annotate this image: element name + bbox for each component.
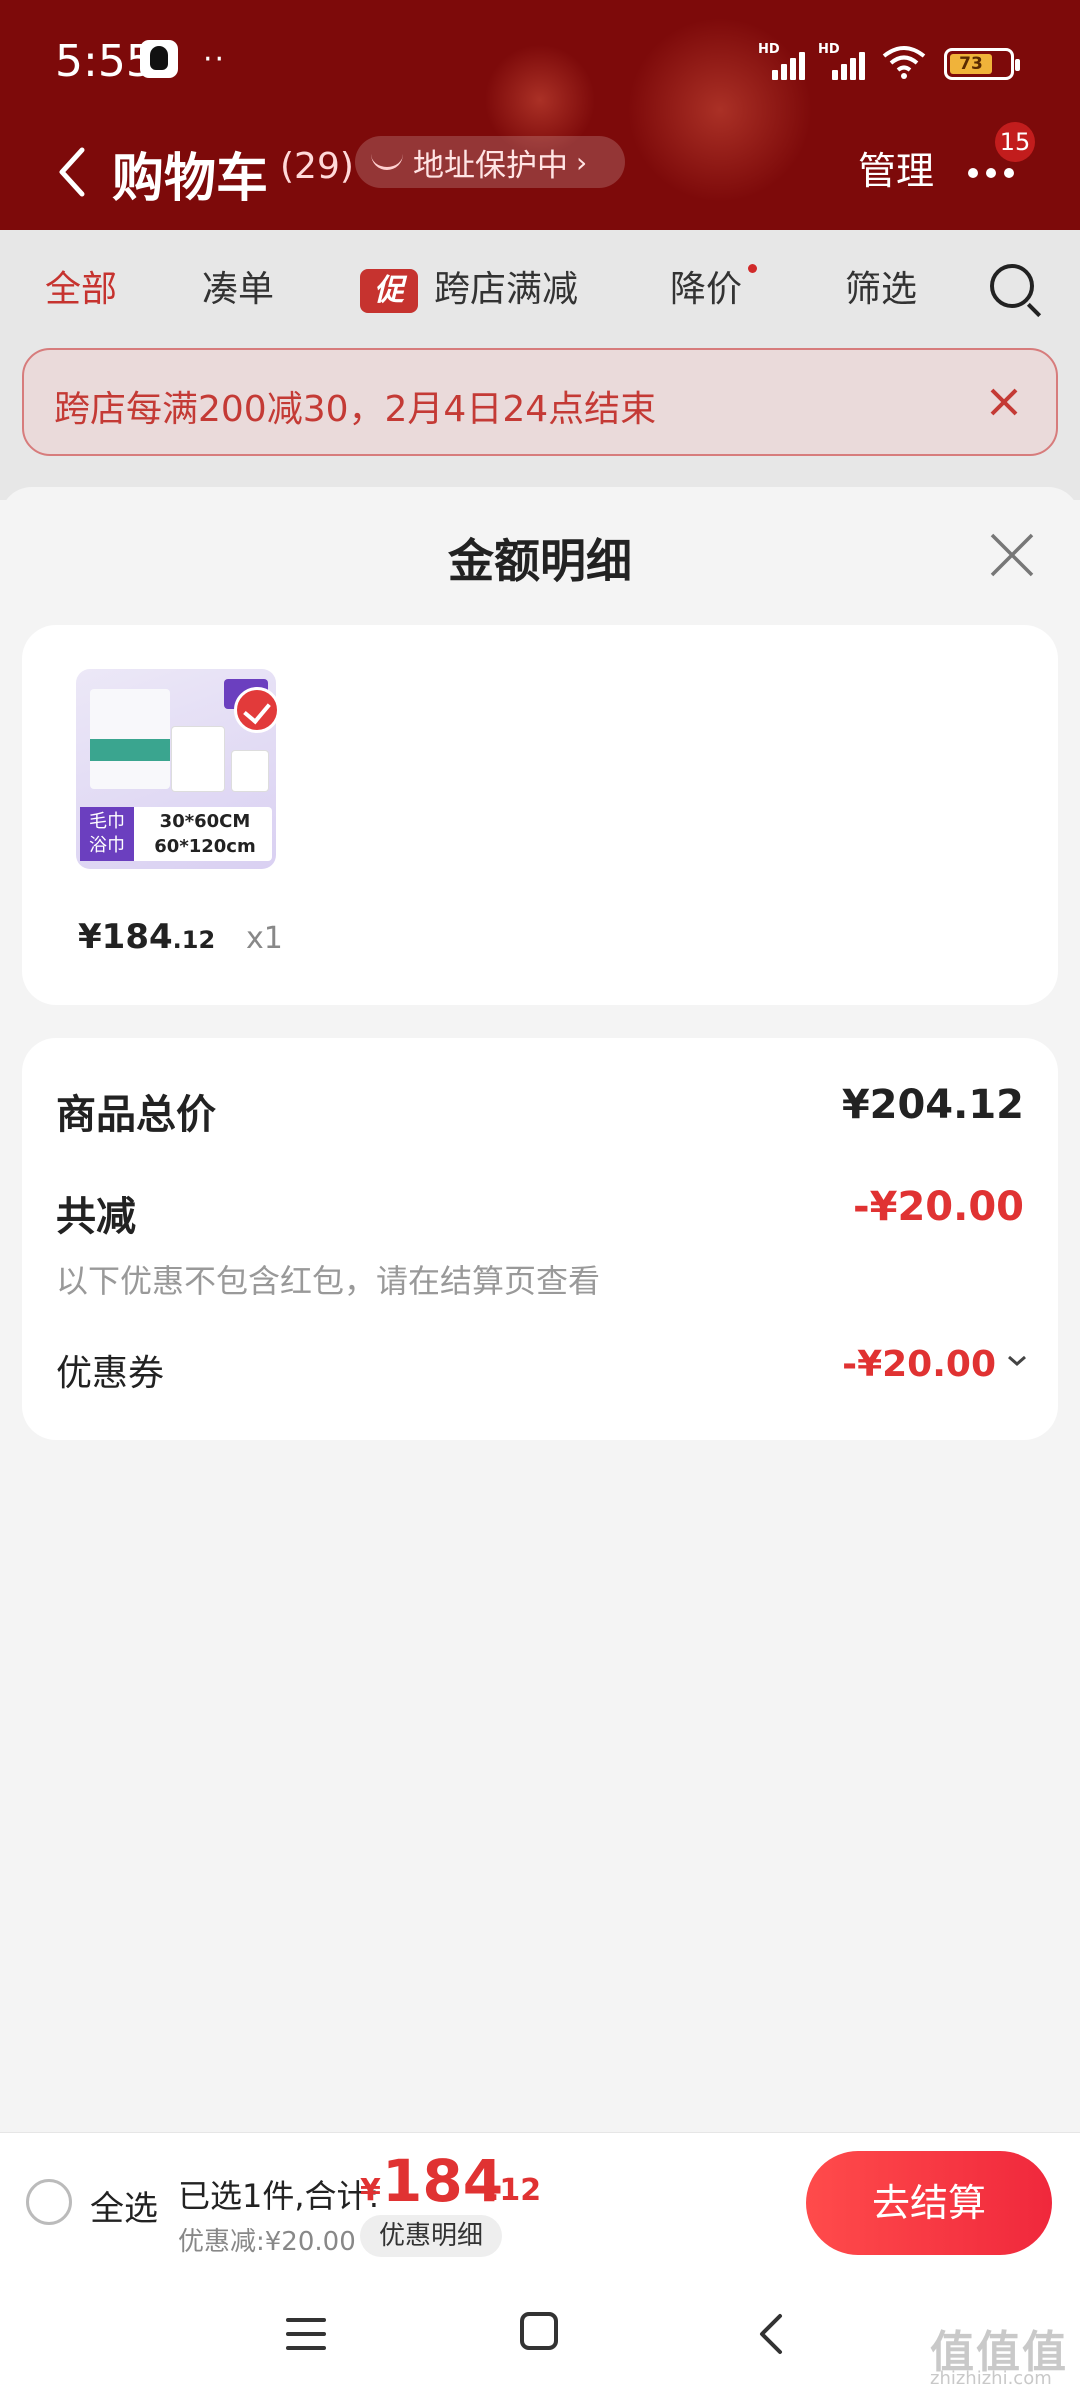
bath-towel-label: 浴巾 — [89, 835, 125, 856]
towel-label: 毛巾 — [89, 811, 125, 832]
new-indicator-dot — [748, 264, 757, 273]
cellular-signal-1-icon: HD — [758, 42, 814, 80]
message-count-badge: 15 — [995, 122, 1035, 162]
item-price-cents: .12 — [172, 926, 216, 954]
discount-detail-button[interactable]: 优惠明细 — [360, 2215, 502, 2257]
total-reduce-value: -¥20.00 — [853, 1184, 1024, 1230]
product-type-label: 毛巾 浴巾 — [80, 807, 134, 861]
total-currency: ¥ — [360, 2173, 381, 2208]
price-summary-card: 商品总价 ¥204.12 共减 -¥20.00 以下优惠不包含红包，请在结算页查… — [22, 1038, 1058, 1440]
eye-closed-icon — [371, 154, 403, 170]
status-time: 5:55 — [55, 36, 154, 87]
discount-text: 优惠减:¥20.00 — [178, 2227, 356, 2257]
filter-tabs: 全部 凑单 促跨店满减 降价 筛选 — [0, 230, 1080, 340]
package-illustration — [90, 689, 170, 789]
cart-nav-bar: 购物车 (29) 地址保护中 › 管理 15 — [0, 120, 1080, 230]
promo-notice-banner: 跨店每满200减30，2月4日24点结束 — [22, 348, 1058, 456]
tab-filter[interactable]: 筛选 — [845, 260, 917, 312]
selected-check-icon[interactable] — [234, 687, 280, 733]
battery-icon: 73 — [944, 48, 1020, 80]
checkout-button[interactable]: 去结算 — [806, 2151, 1052, 2255]
coupon-label[interactable]: 优惠券 — [56, 1344, 164, 1396]
more-notifications-icon: ·· — [203, 42, 227, 77]
coupon-value[interactable]: -¥20.00 — [842, 1344, 996, 1385]
select-all-checkbox[interactable] — [26, 2179, 72, 2225]
checkout-bar: 全选 已选1件,合计: ¥ 184 .12 优惠减:¥20.00 优惠明细 去结… — [0, 2132, 1080, 2268]
close-icon[interactable] — [988, 531, 1036, 579]
size-small: 30*60CM — [159, 811, 251, 832]
watermark-url: zhizhizhi.com — [930, 2368, 1052, 2389]
manage-button[interactable]: 管理 — [858, 140, 934, 195]
total-price-value: ¥204.12 — [841, 1082, 1024, 1128]
address-protect-button[interactable]: 地址保护中 › — [355, 136, 625, 188]
amount-detail-sheet: 金额明细 毛巾 浴巾 30*60CM 60*120cm ¥184.12 x1 商… — [0, 487, 1080, 2132]
reduce-note: 以下优惠不包含红包，请在结算页查看 — [56, 1262, 601, 1300]
cart-item-count: (29) — [280, 146, 354, 187]
product-size-label: 毛巾 浴巾 30*60CM 60*120cm — [80, 807, 272, 861]
tab-all[interactable]: 全部 — [45, 260, 117, 312]
promo-badge: 促 — [360, 269, 418, 313]
size-large: 60*120cm — [154, 836, 256, 857]
selected-summary-text: 已选1件,合计: — [178, 2177, 380, 2215]
towel-illustration — [172, 727, 224, 791]
tab-cross-store-discount[interactable]: 促跨店满减 — [360, 260, 578, 313]
sheet-title: 金额明细 — [448, 534, 632, 588]
chevron-right-icon: › — [576, 145, 588, 179]
towel-illustration — [232, 751, 268, 791]
status-bar: 5:55 ·· HD HD 73 — [0, 0, 1080, 120]
size-text: 30*60CM 60*120cm — [140, 809, 270, 859]
chevron-down-icon[interactable] — [1006, 1350, 1028, 1372]
tab-cross-store-label: 跨店满减 — [434, 269, 579, 310]
wifi-icon — [882, 46, 926, 79]
item-price: ¥184.12 — [78, 917, 215, 957]
cellular-signal-2-icon: HD — [818, 42, 874, 80]
close-icon[interactable] — [982, 380, 1026, 424]
back-icon[interactable] — [756, 2312, 786, 2356]
total-amount: 184 — [382, 2147, 504, 2215]
battery-level: 73 — [950, 54, 992, 74]
hd-label: HD — [818, 42, 840, 57]
total-amount-cents: .12 — [488, 2173, 542, 2208]
address-protect-label: 地址保护中 — [413, 147, 568, 184]
more-menu-icon[interactable] — [968, 160, 1028, 180]
promo-notice-text: 跨店每满200减30，2月4日24点结束 — [54, 389, 657, 430]
page-title: 购物车 — [112, 149, 269, 209]
home-icon[interactable] — [520, 2312, 558, 2350]
product-item-card: 毛巾 浴巾 30*60CM 60*120cm ¥184.12 x1 — [22, 625, 1058, 1005]
total-price-label: 商品总价 — [56, 1092, 216, 1138]
back-arrow-icon[interactable] — [52, 142, 92, 202]
qq-notification-icon — [140, 40, 178, 78]
tab-price-drop[interactable]: 降价 — [670, 260, 742, 312]
cart-filter-area: 全部 凑单 促跨店满减 降价 筛选 跨店每满200减30，2月4日24点结束 — [0, 230, 1080, 500]
item-quantity: x1 — [246, 921, 283, 956]
system-nav-bar: 值值值 zhizhizhi.com — [0, 2268, 1080, 2400]
total-reduce-label: 共减 — [56, 1194, 136, 1240]
select-all-label[interactable]: 全选 — [90, 2181, 158, 2230]
header: 5:55 ·· HD HD 73 购物车 (29) 地址保护中 › 管理 15 — [0, 0, 1080, 230]
hd-label: HD — [758, 42, 780, 57]
tab-combine-order[interactable]: 凑单 — [202, 260, 274, 312]
item-price-main: ¥184 — [78, 917, 173, 957]
search-icon[interactable] — [990, 264, 1034, 308]
recent-apps-icon[interactable] — [286, 2316, 326, 2352]
